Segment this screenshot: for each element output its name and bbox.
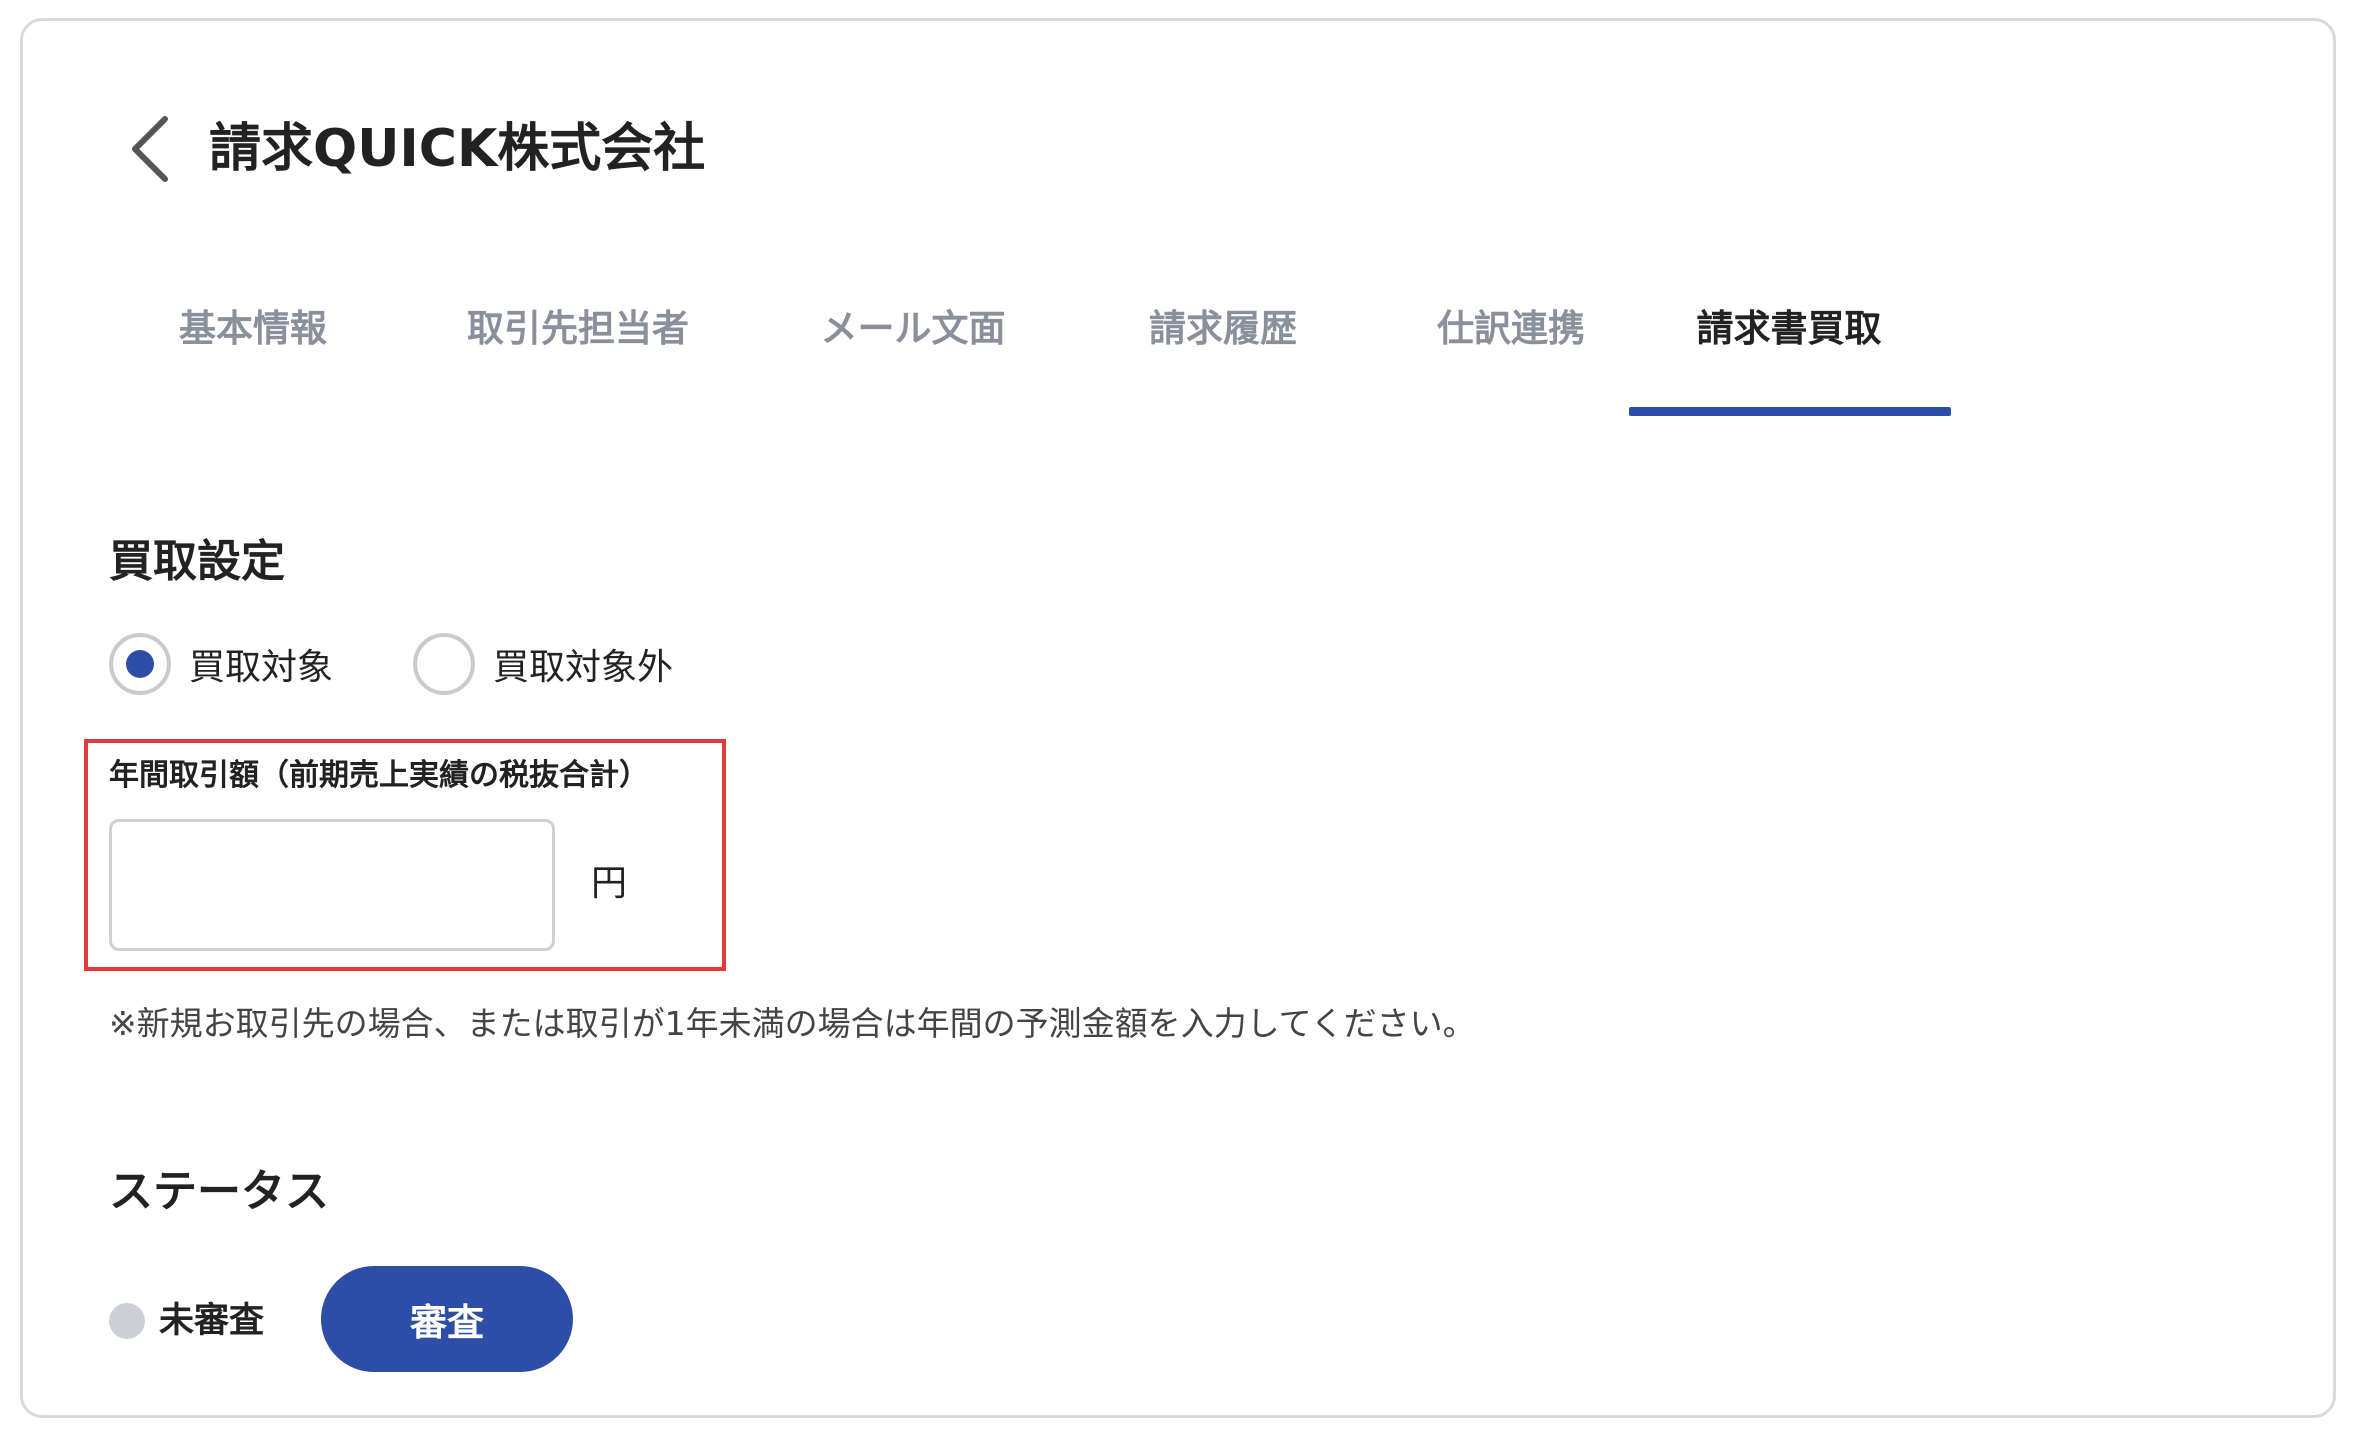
annual-amount-label: 年間取引額（前期売上実績の税抜合計）: [109, 758, 649, 793]
tab-basic-info[interactable]: 基本情報: [133, 291, 373, 421]
tab-journal-sync[interactable]: 仕訳連携: [1391, 291, 1631, 421]
chevron-left-icon[interactable]: [123, 111, 183, 187]
status-badge: 未審査: [159, 1301, 265, 1341]
purchase-settings-heading: 買取設定: [109, 536, 285, 587]
page-title: 請求QUICK株式会社: [209, 119, 706, 179]
radio-checked-icon[interactable]: [109, 633, 171, 695]
radio-purchase-excluded[interactable]: 買取対象外: [413, 631, 673, 697]
status-dot-icon: [109, 1303, 145, 1339]
customer-detail-card: 請求QUICK株式会社 基本情報 取引先担当者 メール文面 請求履歴 仕訳連携 …: [20, 18, 2336, 1418]
radio-purchase-target[interactable]: 買取対象: [109, 631, 333, 697]
currency-unit: 円: [591, 863, 628, 904]
active-tab-indicator: [1629, 407, 1951, 416]
radio-label: 買取対象: [189, 647, 334, 688]
tab-bar: 基本情報 取引先担当者 メール文面 請求履歴 仕訳連携 請求書買取: [23, 291, 2333, 421]
review-button[interactable]: 審査: [321, 1266, 573, 1372]
tab-contacts[interactable]: 取引先担当者: [433, 291, 723, 421]
status-heading: ステータス: [109, 1166, 329, 1217]
annual-amount-input[interactable]: [109, 819, 555, 951]
tab-mail-text[interactable]: メール文面: [783, 291, 1043, 421]
radio-label: 買取対象外: [493, 647, 674, 688]
tab-invoice-purchase[interactable]: 請求書買取: [1663, 291, 1915, 421]
tab-billing-history[interactable]: 請求履歴: [1103, 291, 1343, 421]
radio-unchecked-icon[interactable]: [413, 633, 475, 695]
annual-amount-note: ※新規お取引先の場合、または取引が1年未満の場合は年間の予測金額を入力してくださ…: [109, 1004, 1476, 1043]
